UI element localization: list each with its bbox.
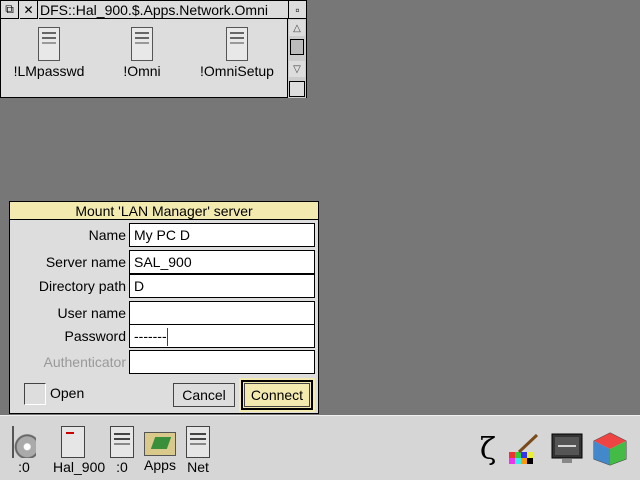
iconbar-label: Net [187, 459, 209, 475]
directory-path-row: Directory path D [10, 274, 320, 298]
application-icon [131, 27, 153, 61]
connect-button-label: Connect [244, 383, 310, 407]
authenticator-field[interactable] [129, 350, 315, 374]
mount-dialog: Mount 'LAN Manager' server Name My PC D … [9, 201, 319, 414]
iconbar-apps[interactable]: Apps [140, 426, 180, 473]
name-field[interactable]: My PC D [129, 223, 315, 247]
scroll-thumb[interactable] [290, 39, 304, 55]
dialog-title[interactable]: Mount 'LAN Manager' server [10, 202, 318, 220]
password-row: Password ------- [10, 324, 320, 348]
file-label: !LMpasswd [13, 63, 85, 79]
server-name-label: Server name [45, 254, 126, 270]
iconbar-label: :0 [18, 459, 30, 475]
user-name-label: User name [57, 305, 126, 321]
iconbar-label: :0 [116, 459, 128, 475]
back-icon[interactable]: ⧉ [1, 1, 19, 19]
authenticator-row: Authenticator [10, 350, 320, 374]
display-mode-icon[interactable] [550, 432, 584, 466]
zeta-icon[interactable]: ζ [478, 432, 498, 467]
file-icon-omnisetup[interactable]: !OmniSetup [187, 27, 287, 79]
file-label: !OmniSetup [200, 63, 274, 79]
icon-bar: :0 Hal_900 :0 Apps Net ζ [0, 415, 640, 480]
iconbar-network-drive[interactable]: :0 [102, 426, 142, 475]
server-name-row: Server name SAL_900 [10, 250, 320, 274]
user-name-field[interactable] [129, 301, 315, 325]
filer-window: ⧉ ✕ DFS::Hal_900.$.Apps.Network.Omni ▫ △… [0, 0, 307, 98]
scroll-up-icon[interactable]: △ [289, 20, 305, 36]
window-title[interactable]: DFS::Hal_900.$.Apps.Network.Omni [39, 1, 288, 19]
server-name-field[interactable]: SAL_900 [129, 250, 315, 274]
name-label: Name [88, 227, 126, 243]
network-icon [186, 426, 210, 458]
authenticator-label: Authenticator [43, 354, 127, 370]
open-checkbox[interactable] [24, 383, 46, 405]
file-label: !Omni [123, 63, 161, 79]
user-name-row: User name [10, 301, 320, 325]
apps-folder-icon [144, 432, 176, 456]
name-row: Name My PC D [10, 223, 320, 247]
iconbar-net[interactable]: Net [178, 426, 218, 475]
vertical-scrollbar[interactable]: △ ▽ [287, 19, 306, 98]
directory-path-field[interactable]: D [129, 274, 315, 298]
resize-icon[interactable] [289, 81, 305, 97]
network-drive-icon [110, 426, 134, 458]
task-manager-icon[interactable] [592, 432, 628, 466]
directory-path-label: Directory path [38, 278, 126, 294]
password-value: ------- [134, 328, 167, 344]
password-field[interactable]: ------- [129, 324, 315, 348]
password-label: Password [64, 328, 126, 344]
iconbar-label: Hal_900 [53, 459, 106, 475]
floppy-disc-icon [12, 426, 36, 458]
iconbar-label: Apps [144, 457, 176, 473]
application-icon [38, 27, 60, 61]
hard-drive-icon [61, 426, 85, 458]
iconbar-floppy[interactable]: :0 [4, 426, 44, 475]
connect-button[interactable]: Connect [239, 378, 315, 412]
close-icon[interactable]: ✕ [20, 1, 38, 19]
paint-icon[interactable] [507, 432, 541, 466]
scroll-down-icon[interactable]: ▽ [289, 61, 305, 77]
file-icon-lmpasswd[interactable]: !LMpasswd [0, 27, 99, 79]
toggle-size-icon[interactable]: ▫ [288, 1, 306, 19]
cancel-button[interactable]: Cancel [173, 383, 235, 407]
file-icon-omni[interactable]: !Omni [92, 27, 192, 79]
application-icon [226, 27, 248, 61]
open-label[interactable]: Open [50, 385, 84, 401]
text-caret [166, 328, 168, 347]
iconbar-harddisc[interactable]: Hal_900 [53, 426, 106, 475]
